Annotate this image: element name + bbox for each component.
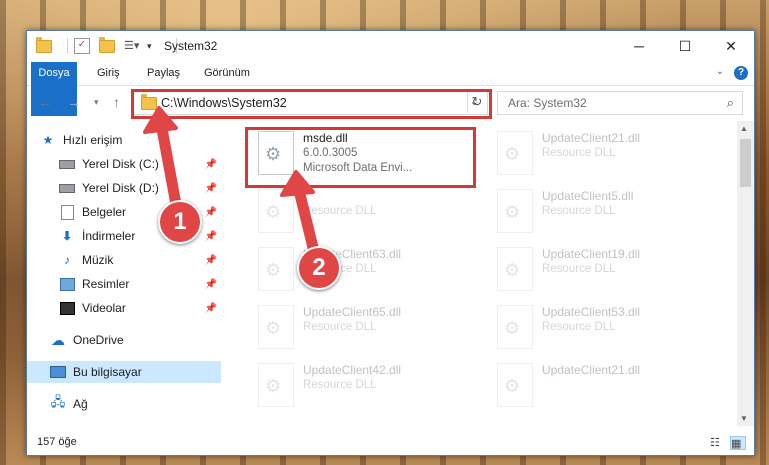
step-badge-2: 2 (297, 246, 341, 290)
step-badge-1: 1 (158, 200, 202, 244)
annotation-arrows (143, 106, 323, 270)
arrow-1-head (143, 106, 178, 134)
arrow-2-head (280, 170, 315, 197)
